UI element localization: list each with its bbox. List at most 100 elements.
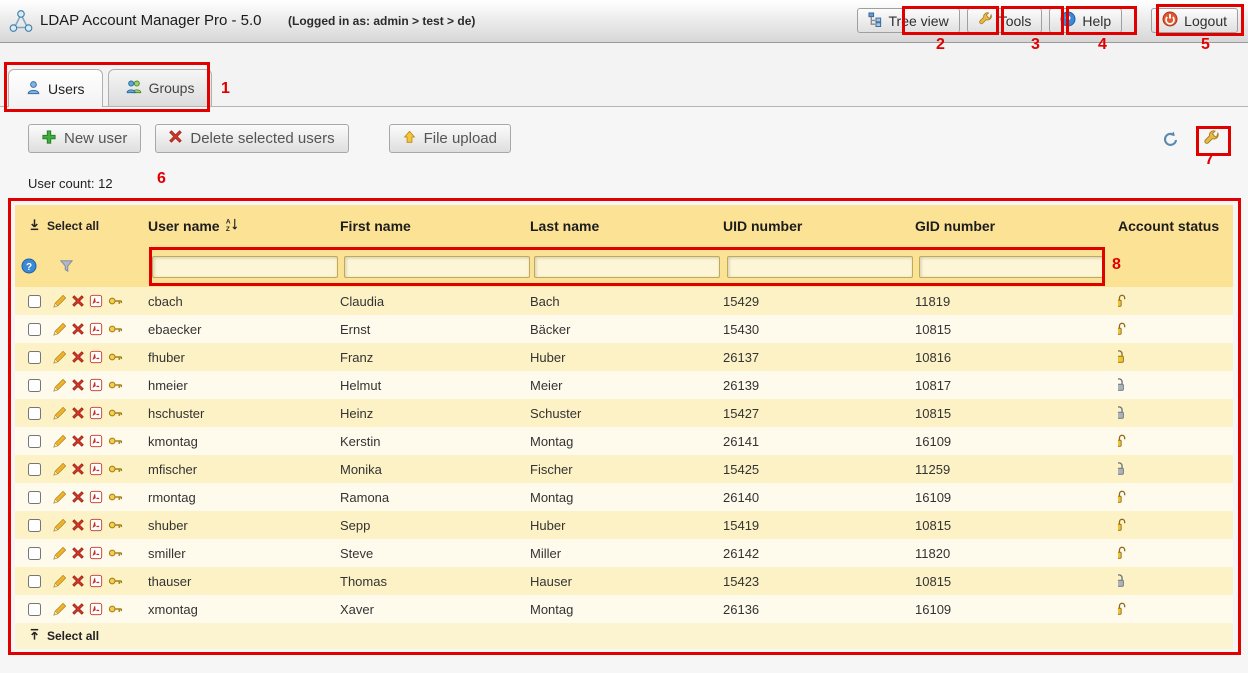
user-name-cell[interactable]: rmontag	[148, 483, 340, 511]
delete-selected-users-button[interactable]: Delete selected users	[155, 124, 348, 153]
filter-input-last-name[interactable]	[534, 256, 720, 278]
delete-icon[interactable]	[72, 603, 84, 615]
select-all-top[interactable]: Select all	[28, 218, 99, 234]
row-checkbox[interactable]	[28, 491, 41, 504]
edit-icon[interactable]	[53, 490, 67, 504]
column-header-last-name[interactable]: Last name	[530, 205, 723, 247]
row-checkbox[interactable]	[28, 407, 41, 420]
delete-icon[interactable]	[72, 435, 84, 447]
row-checkbox[interactable]	[28, 351, 41, 364]
column-header-gid-number[interactable]: GID number	[915, 205, 1118, 247]
table-settings-wrench-icon[interactable]	[1203, 130, 1220, 152]
password-icon[interactable]	[108, 463, 123, 475]
row-checkbox[interactable]	[28, 435, 41, 448]
user-name-cell[interactable]: shuber	[148, 511, 340, 539]
password-icon[interactable]	[108, 519, 123, 531]
user-name-cell[interactable]: hschuster	[148, 399, 340, 427]
filter-input-uid-number[interactable]	[727, 256, 913, 278]
edit-icon[interactable]	[53, 294, 67, 308]
column-header-uid-number[interactable]: UID number	[723, 205, 915, 247]
user-name-cell[interactable]: smiller	[148, 539, 340, 567]
password-icon[interactable]	[108, 323, 123, 335]
edit-icon[interactable]	[53, 434, 67, 448]
delete-icon[interactable]	[72, 575, 84, 587]
user-name-cell[interactable]: fhuber	[148, 343, 340, 371]
row-checkbox[interactable]	[28, 379, 41, 392]
user-name-cell[interactable]: hmeier	[148, 371, 340, 399]
column-header-account-status[interactable]: Account status	[1118, 205, 1233, 247]
select-all-bottom[interactable]: Select all	[47, 629, 99, 643]
delete-icon[interactable]	[72, 295, 84, 307]
delete-icon[interactable]	[72, 519, 84, 531]
password-icon[interactable]	[108, 407, 123, 419]
password-icon[interactable]	[108, 491, 123, 503]
edit-icon[interactable]	[53, 546, 67, 560]
pdf-icon[interactable]	[89, 518, 103, 532]
pdf-icon[interactable]	[89, 322, 103, 336]
edit-icon[interactable]	[53, 350, 67, 364]
delete-icon[interactable]	[72, 407, 84, 419]
user-name-cell[interactable]: xmontag	[148, 595, 340, 623]
column-header-first-name[interactable]: First name	[340, 205, 530, 247]
tools-button[interactable]: Tools	[967, 8, 1043, 33]
filter-row: ?	[15, 247, 1233, 287]
delete-icon[interactable]	[72, 547, 84, 559]
edit-icon[interactable]	[53, 602, 67, 616]
pdf-icon[interactable]	[89, 378, 103, 392]
pdf-icon[interactable]	[89, 406, 103, 420]
password-icon[interactable]	[108, 435, 123, 447]
edit-icon[interactable]	[53, 378, 67, 392]
user-name-cell[interactable]: kmontag	[148, 427, 340, 455]
row-checkbox[interactable]	[28, 519, 41, 532]
delete-icon[interactable]	[72, 379, 84, 391]
user-name-cell[interactable]: thauser	[148, 567, 340, 595]
edit-icon[interactable]	[53, 574, 67, 588]
delete-icon[interactable]	[72, 463, 84, 475]
filter-input-user-name[interactable]	[152, 256, 338, 278]
row-checkbox[interactable]	[28, 547, 41, 560]
pdf-icon[interactable]	[89, 602, 103, 616]
sort-icon[interactable]: AZ	[225, 217, 238, 235]
filter-input-gid-number[interactable]	[919, 256, 1105, 278]
row-checkbox[interactable]	[28, 323, 41, 336]
delete-icon[interactable]	[72, 491, 84, 503]
row-checkbox[interactable]	[28, 603, 41, 616]
row-checkbox[interactable]	[28, 295, 41, 308]
pdf-icon[interactable]	[89, 574, 103, 588]
delete-icon[interactable]	[72, 351, 84, 363]
refresh-icon[interactable]	[1162, 131, 1179, 153]
row-checkbox[interactable]	[28, 463, 41, 476]
password-icon[interactable]	[108, 547, 123, 559]
pdf-icon[interactable]	[89, 462, 103, 476]
user-name-cell[interactable]: cbach	[148, 287, 340, 315]
pdf-icon[interactable]	[89, 294, 103, 308]
pdf-icon[interactable]	[89, 546, 103, 560]
row-checkbox[interactable]	[28, 575, 41, 588]
file-upload-button[interactable]: File upload	[389, 124, 511, 153]
user-name-cell[interactable]: mfischer	[148, 455, 340, 483]
password-icon[interactable]	[108, 603, 123, 615]
edit-icon[interactable]	[53, 462, 67, 476]
tab-groups[interactable]: Groups	[108, 69, 213, 106]
help-button[interactable]: ? Help	[1049, 8, 1122, 33]
password-icon[interactable]	[108, 575, 123, 587]
filter-icon[interactable]	[59, 259, 74, 276]
new-user-button[interactable]: New user	[28, 124, 141, 153]
delete-icon[interactable]	[72, 323, 84, 335]
column-header-user-name[interactable]: User name AZ	[148, 205, 340, 247]
password-icon[interactable]	[108, 379, 123, 391]
filter-input-first-name[interactable]	[344, 256, 530, 278]
pdf-icon[interactable]	[89, 490, 103, 504]
pdf-icon[interactable]	[89, 434, 103, 448]
logout-button[interactable]: Logout	[1151, 8, 1238, 33]
password-icon[interactable]	[108, 351, 123, 363]
filter-help-icon[interactable]: ?	[21, 258, 37, 277]
edit-icon[interactable]	[53, 406, 67, 420]
edit-icon[interactable]	[53, 322, 67, 336]
tab-users[interactable]: Users	[8, 69, 103, 107]
tree-view-button[interactable]: Tree view	[857, 8, 960, 33]
edit-icon[interactable]	[53, 518, 67, 532]
user-name-cell[interactable]: ebaecker	[148, 315, 340, 343]
password-icon[interactable]	[108, 295, 123, 307]
pdf-icon[interactable]	[89, 350, 103, 364]
